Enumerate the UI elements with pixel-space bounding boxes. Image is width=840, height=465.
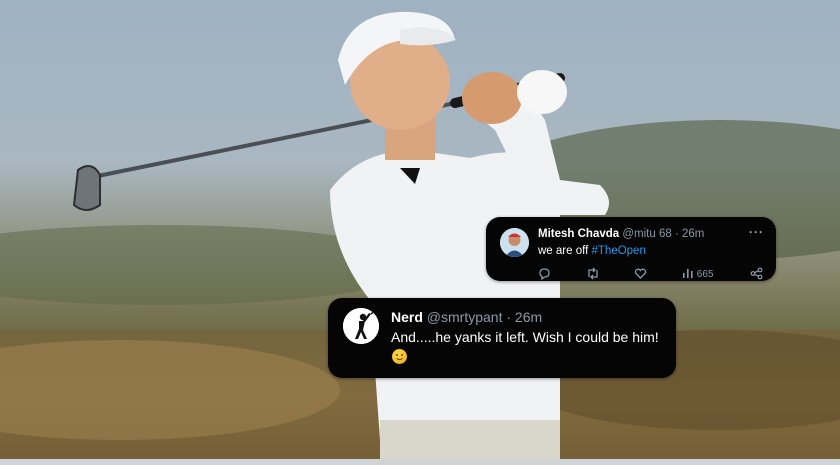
tweet-card[interactable]: Nerd @smrtypant · 26m And.....he yanks i…: [328, 298, 676, 378]
avatar[interactable]: [343, 308, 379, 344]
bottom-edge-bar: [0, 459, 840, 465]
views-count: 665: [696, 269, 714, 280]
tweet-text: And.....he yanks it left. Wish I could b…: [391, 329, 659, 345]
avatar[interactable]: [500, 228, 529, 257]
tweet-text-prefix: we are off: [538, 245, 592, 257]
tweet-header: Mitesh Chavda @mitu 68 · 26m: [538, 228, 704, 240]
like-icon[interactable]: [634, 267, 647, 280]
share-icon[interactable]: [750, 267, 763, 280]
tweet-actions: 665: [538, 267, 764, 281]
views-icon: [683, 269, 693, 278]
author-name[interactable]: Nerd: [391, 309, 423, 325]
author-handle[interactable]: @smrtypant: [427, 309, 503, 325]
smiling-face-emoji-icon: [392, 349, 407, 364]
more-options-button[interactable]: ···: [749, 225, 764, 239]
tweet-text: we are off #TheOpen: [538, 245, 646, 257]
hashtag-link[interactable]: #TheOpen: [592, 245, 646, 257]
views-button[interactable]: 665: [682, 267, 713, 280]
retweet-icon[interactable]: [586, 267, 600, 280]
profile-picture-icon: [500, 228, 529, 257]
reply-icon[interactable]: [538, 267, 551, 280]
author-handle[interactable]: @mitu 68: [622, 228, 671, 240]
tweet-header: Nerd @smrtypant · 26m: [391, 309, 542, 325]
tweet-time: · 26m: [506, 309, 543, 325]
tweet-card[interactable]: Mitesh Chavda @mitu 68 · 26m ··· we are …: [486, 217, 776, 281]
author-name[interactable]: Mitesh Chavda: [538, 228, 619, 240]
golfer-silhouette-icon: [343, 308, 379, 344]
tweet-time: · 26m: [674, 228, 705, 240]
